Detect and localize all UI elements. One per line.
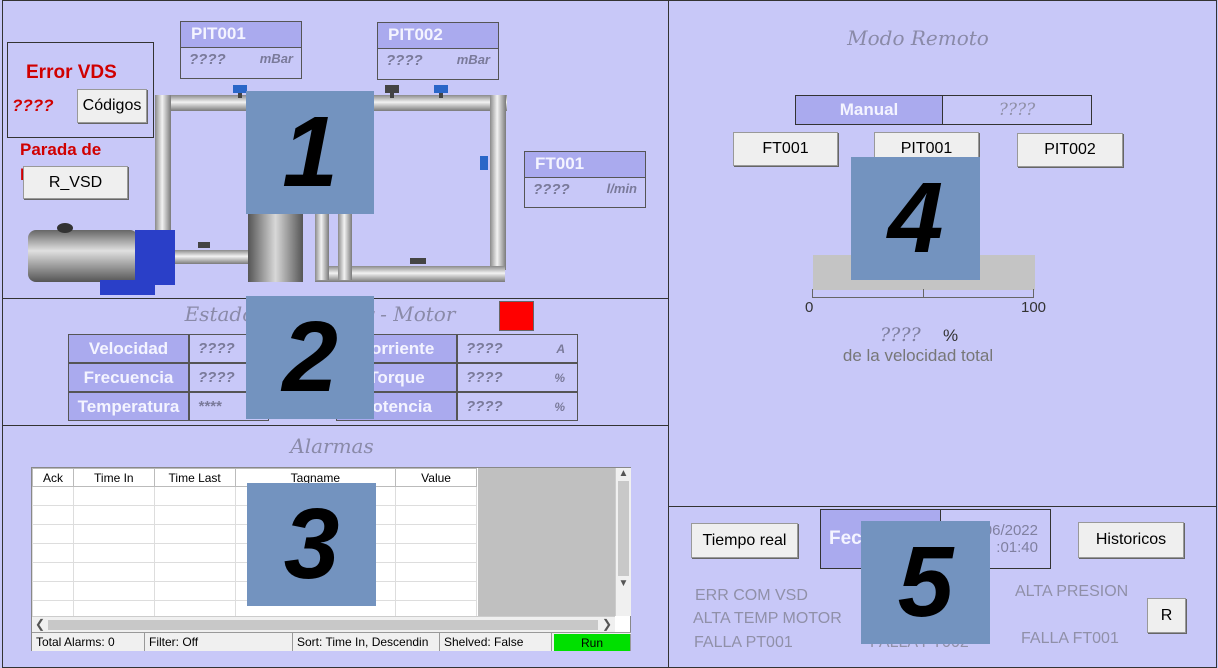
speed-label: Velocidad — [68, 334, 189, 363]
hscroll-thumb[interactable] — [48, 620, 598, 630]
pit002-tag-value-row: ???? mBar — [378, 49, 498, 72]
speed-percent-unit: % — [943, 326, 959, 345]
pit002-unit: mBar — [456, 52, 490, 67]
frequency-value: ???? — [198, 369, 235, 386]
power-value: ???? — [466, 398, 503, 415]
scroll-left-icon[interactable]: ❮ — [35, 617, 45, 631]
pit001-tag-value-row: ???? mBar — [181, 48, 301, 71]
speed-percent-caption: de la velocidad total — [842, 346, 994, 365]
pit002-value: ???? — [386, 52, 423, 69]
temperature-label: Temperatura — [68, 392, 189, 421]
scroll-down-icon[interactable]: ▼ — [616, 578, 631, 589]
scroll-up-icon[interactable]: ▲ — [616, 468, 631, 479]
torque-value: ???? — [466, 369, 503, 386]
scroll-thumb[interactable] — [618, 481, 629, 576]
alarm-filter: Filter: Off — [145, 633, 293, 651]
ft001-tag: FT001 ???? l/min — [524, 151, 646, 208]
power-value-cell: ????% — [457, 392, 578, 421]
speed-percent-value: ???? — [880, 324, 921, 346]
motor-status-indicator — [499, 301, 534, 331]
alarm-col-ack[interactable]: Ack — [32, 468, 74, 487]
ft001-button[interactable]: FT001 — [733, 132, 838, 166]
ft001-value: ???? — [533, 181, 570, 198]
speed-bar-max: 100 — [1021, 299, 1047, 316]
torque-unit: % — [554, 370, 565, 385]
horizontal-scrollbar[interactable]: ❮ ❯ — [32, 616, 615, 632]
current-unit: A — [556, 341, 565, 356]
motor-row: Temperatura **** — [68, 392, 269, 421]
alarm-label-falla-ft001: FALLA FT001 — [1021, 630, 1119, 647]
motor-row: Frecuencia???? — [68, 363, 269, 392]
pit001-tag-name: PIT001 — [181, 22, 301, 48]
history-button[interactable]: Historicos — [1078, 522, 1184, 558]
pit001-value: ???? — [189, 51, 226, 68]
alarm-run-status[interactable]: Run — [554, 634, 631, 651]
date-value: 06/2022 — [983, 522, 1038, 539]
motor-left-table: Velocidad???? Frecuencia???? Temperatura… — [68, 334, 269, 421]
alarm-col-value[interactable]: Value — [395, 468, 477, 487]
current-value-cell: ???? A — [457, 334, 578, 363]
mode-label[interactable]: Manual — [796, 96, 943, 124]
torque-value-cell: ????% — [457, 363, 578, 392]
alarm-label-alta-temp-motor: ALTA TEMP MOTOR — [693, 610, 842, 627]
time-value: :01:40 — [996, 539, 1038, 556]
alarm-status-bar: Total Alarms: 0 Filter: Off Sort: Time I… — [32, 632, 631, 651]
alarm-grid-empty-area — [478, 468, 615, 616]
alarm-shelved: Shelved: False — [440, 633, 552, 651]
alarm-col-time-last[interactable]: Time Last — [153, 468, 236, 487]
power-unit: % — [554, 399, 565, 414]
mode-value: ???? — [998, 100, 1036, 120]
pit002-button[interactable]: PIT002 — [1017, 133, 1123, 167]
overlay-marker-5: 5 — [861, 521, 990, 644]
pit002-tag-name: PIT002 — [378, 23, 498, 49]
alarm-reset-button[interactable]: R — [1147, 598, 1186, 633]
current-value: ???? — [466, 340, 503, 357]
alarm-label-falla-pt001: FALLA PT001 — [694, 634, 793, 651]
speed-bar-scale — [812, 289, 1034, 298]
overlay-marker-3: 3 — [247, 483, 376, 606]
alarms-title: Alarmas — [290, 434, 374, 458]
scroll-right-icon[interactable]: ❯ — [602, 617, 612, 631]
alarm-label-alta-presion: ALTA PRESION — [1015, 583, 1129, 600]
pit001-unit: mBar — [259, 51, 293, 66]
alarm-col-time-in[interactable]: Time In — [72, 468, 155, 487]
temperature-value: **** — [198, 398, 222, 415]
remote-mode-title: Modo Remoto — [847, 26, 989, 50]
overlay-marker-4: 4 — [851, 157, 980, 280]
ft001-unit: l/min — [606, 181, 637, 196]
overlay-marker-1: 1 — [246, 91, 374, 214]
vertical-scrollbar[interactable]: ▲ ▼ — [615, 468, 631, 616]
frequency-label: Frecuencia — [68, 363, 189, 392]
realtime-button[interactable]: Tiempo real — [691, 523, 798, 558]
alarm-label-err-com-vsd: ERR COM VSD — [695, 587, 808, 604]
mode-selector[interactable]: Manual ???? — [795, 95, 1092, 125]
pit001-tag: PIT001 ???? mBar — [180, 21, 302, 79]
alarm-sort: Sort: Time In, Descendin — [293, 633, 440, 651]
ft001-tag-name: FT001 — [525, 152, 645, 178]
total-alarms: Total Alarms: 0 — [32, 633, 145, 651]
ft001-tag-value-row: ???? l/min — [525, 178, 645, 201]
pit002-tag: PIT002 ???? mBar — [377, 22, 499, 80]
speed-bar-min: 0 — [805, 299, 814, 316]
overlay-marker-2: 2 — [246, 296, 374, 419]
speed-value: ???? — [198, 340, 235, 357]
motor-row: Velocidad???? — [68, 334, 269, 363]
